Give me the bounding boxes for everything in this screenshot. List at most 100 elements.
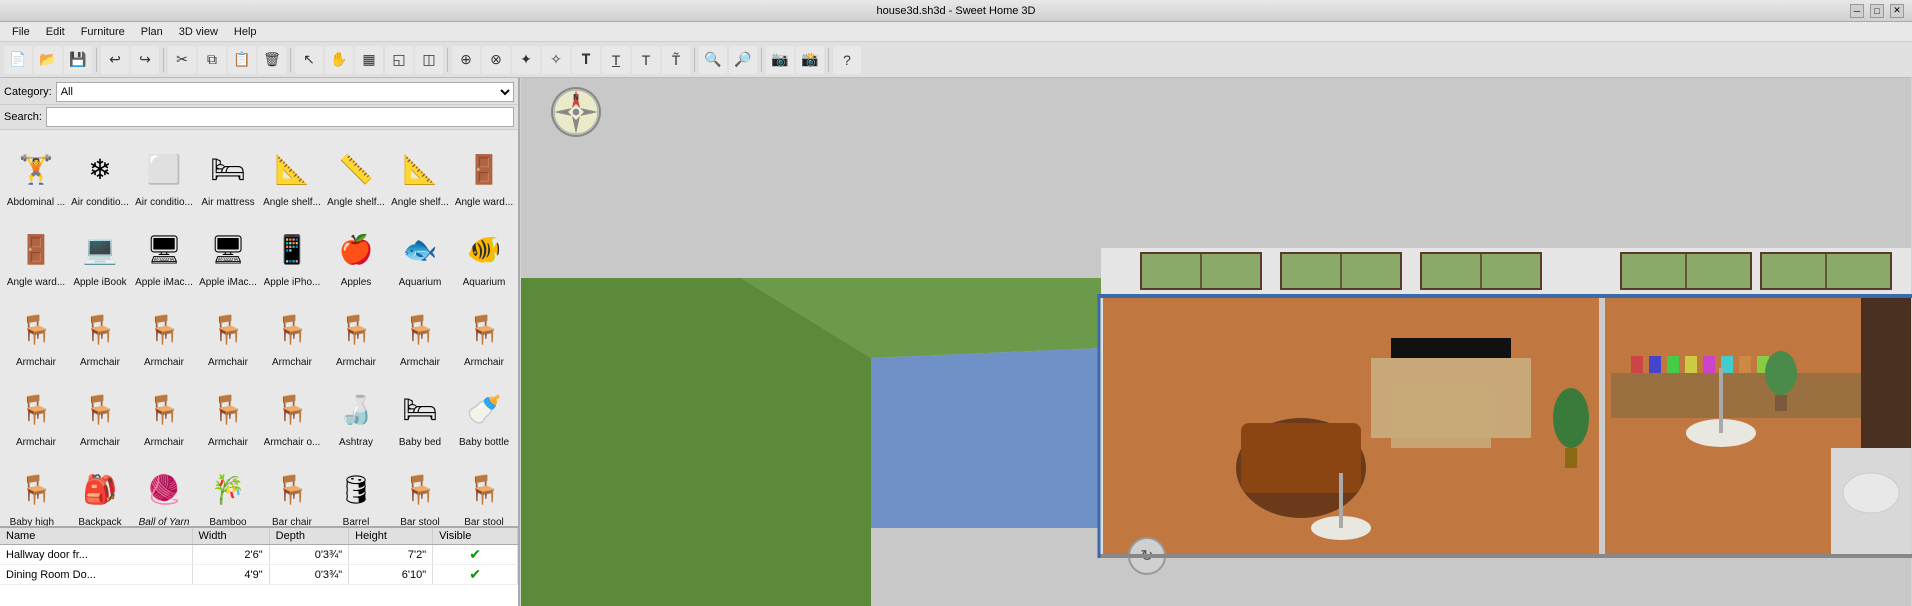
- menu-item-help[interactable]: Help: [226, 24, 265, 40]
- furniture-item[interactable]: 🪑Armchair: [196, 374, 260, 454]
- furniture-label: Apple iMac...: [135, 277, 193, 289]
- toolbar-btn-2[interactable]: 💾: [64, 46, 92, 74]
- close-button[interactable]: ✕: [1890, 4, 1904, 18]
- menu-item-furniture[interactable]: Furniture: [73, 24, 133, 40]
- furniture-item[interactable]: 🪑Baby high _: [4, 454, 68, 526]
- menu-item-file[interactable]: File: [4, 24, 38, 40]
- table-row[interactable]: Dining Room Do... 4'9" 0'3¾" 6'10" ✔: [0, 565, 518, 585]
- furniture-item[interactable]: 🍎Apples: [324, 214, 388, 294]
- furniture-item[interactable]: 🛏Air mattress: [196, 134, 260, 214]
- furniture-item[interactable]: 🪑Armchair: [388, 294, 452, 374]
- cell-height: 7'2": [349, 545, 433, 565]
- furniture-item[interactable]: 🎒Backpack: [68, 454, 132, 526]
- furniture-item[interactable]: 🪑Bar stool: [388, 454, 452, 526]
- compass[interactable]: N: [550, 86, 602, 138]
- furniture-item[interactable]: 📏Angle shelf...: [324, 134, 388, 214]
- furniture-item[interactable]: 🛢Barrel: [324, 454, 388, 526]
- furniture-item[interactable]: 🪑Bar stool: [452, 454, 516, 526]
- menu-item-3d-view[interactable]: 3D view: [171, 24, 226, 40]
- toolbar-btn-28[interactable]: 🔎: [729, 46, 757, 74]
- minimize-button[interactable]: ─: [1850, 4, 1864, 18]
- toolbar-btn-16[interactable]: ◫: [415, 46, 443, 74]
- furniture-item[interactable]: 🎋Bamboo: [196, 454, 260, 526]
- toolbar-btn-9[interactable]: 📋: [228, 46, 256, 74]
- toolbar-btn-27[interactable]: 🔍: [699, 46, 727, 74]
- furniture-item[interactable]: 🪑Armchair: [132, 294, 196, 374]
- furniture-icon: 🪑: [74, 383, 126, 435]
- furniture-item[interactable]: 🪑Armchair o...: [260, 374, 324, 454]
- toolbar-btn-33[interactable]: ?: [833, 46, 861, 74]
- furniture-icon: 🪑: [266, 303, 318, 355]
- toolbar-btn-22[interactable]: 𝐓: [572, 46, 600, 74]
- toolbar-btn-25[interactable]: T̃: [662, 46, 690, 74]
- furniture-item[interactable]: 📐Angle shelf...: [388, 134, 452, 214]
- furniture-item[interactable]: 🪑Armchair: [452, 294, 516, 374]
- furniture-item[interactable]: 🏋Abdominal ...: [4, 134, 68, 214]
- furniture-item[interactable]: 🪑Armchair: [4, 374, 68, 454]
- toolbar-btn-13[interactable]: ✋: [325, 46, 353, 74]
- furniture-item[interactable]: 🍶Ashtray: [324, 374, 388, 454]
- toolbar-btn-23[interactable]: T̲: [602, 46, 630, 74]
- toolbar-btn-7[interactable]: ✂: [168, 46, 196, 74]
- furniture-icon: 🛏: [394, 383, 446, 435]
- menu-item-edit[interactable]: Edit: [38, 24, 73, 40]
- category-select[interactable]: All: [56, 82, 514, 102]
- furniture-icon: 🪑: [138, 303, 190, 355]
- furniture-item[interactable]: 🚪Angle ward...: [452, 134, 516, 214]
- toolbar-separator: [163, 48, 164, 72]
- furniture-label: Apple iBook: [73, 277, 126, 289]
- furniture-item[interactable]: 🪑Bar chair: [260, 454, 324, 526]
- toolbar-btn-30[interactable]: 📷: [766, 46, 794, 74]
- furniture-item[interactable]: 🖥Apple iMac...: [132, 214, 196, 294]
- furniture-icon: 🪑: [394, 463, 446, 515]
- table-row[interactable]: Hallway door fr... 2'6" 0'3¾" 7'2" ✔: [0, 545, 518, 565]
- furniture-item[interactable]: ❄Air conditio...: [68, 134, 132, 214]
- furniture-icon: 🛢: [330, 463, 382, 515]
- furniture-icon: 🪑: [138, 383, 190, 435]
- furniture-item[interactable]: 🪑Armchair: [196, 294, 260, 374]
- furniture-item[interactable]: 🍼Baby bottle: [452, 374, 516, 454]
- toolbar-btn-12[interactable]: ↖: [295, 46, 323, 74]
- furniture-item[interactable]: 🚪Angle ward...: [4, 214, 68, 294]
- furniture-icon: 🪑: [10, 463, 62, 515]
- furniture-item[interactable]: 🪑Armchair: [68, 374, 132, 454]
- toolbar-separator: [694, 48, 695, 72]
- furniture-item[interactable]: 📐Angle shelf...: [260, 134, 324, 214]
- 3d-view-panel[interactable]: N: [520, 78, 1912, 606]
- toolbar-btn-10[interactable]: 🗑: [258, 46, 286, 74]
- toolbar-btn-4[interactable]: ↩: [101, 46, 129, 74]
- furniture-item[interactable]: 🐠Aquarium: [452, 214, 516, 294]
- toolbar-btn-21[interactable]: ✧: [542, 46, 570, 74]
- toolbar-btn-0[interactable]: 📄: [4, 46, 32, 74]
- search-input[interactable]: [46, 107, 514, 127]
- toolbar-btn-1[interactable]: 📂: [34, 46, 62, 74]
- toolbar-btn-14[interactable]: ▦: [355, 46, 383, 74]
- furniture-item[interactable]: 🪑Armchair: [4, 294, 68, 374]
- furniture-item[interactable]: 🧶Ball of Yarn: [132, 454, 196, 526]
- toolbar: 📄📂💾 ↩↪ ✂⧉📋🗑 ↖✋▦◱◫ ⊕⊗✦✧𝐓T̲TT̃ 🔍🔎 📷📸?: [0, 42, 1912, 78]
- toolbar-btn-15[interactable]: ◱: [385, 46, 413, 74]
- toolbar-btn-18[interactable]: ⊕: [452, 46, 480, 74]
- furniture-item[interactable]: 🛏Baby bed: [388, 374, 452, 454]
- furniture-item[interactable]: ⬜Air conditio...: [132, 134, 196, 214]
- furniture-label: Angle shelf...: [327, 197, 385, 209]
- cell-visible[interactable]: ✔: [433, 545, 518, 565]
- toolbar-btn-8[interactable]: ⧉: [198, 46, 226, 74]
- toolbar-btn-20[interactable]: ✦: [512, 46, 540, 74]
- cell-name: Hallway door fr...: [0, 545, 192, 565]
- furniture-item[interactable]: 🐟Aquarium: [388, 214, 452, 294]
- toolbar-btn-5[interactable]: ↪: [131, 46, 159, 74]
- furniture-item[interactable]: 📱Apple iPho...: [260, 214, 324, 294]
- furniture-item[interactable]: 💻Apple iBook: [68, 214, 132, 294]
- toolbar-btn-19[interactable]: ⊗: [482, 46, 510, 74]
- cell-visible[interactable]: ✔: [433, 565, 518, 585]
- maximize-button[interactable]: □: [1870, 4, 1884, 18]
- furniture-item[interactable]: 🖥Apple iMac...: [196, 214, 260, 294]
- menu-item-plan[interactable]: Plan: [133, 24, 171, 40]
- furniture-item[interactable]: 🪑Armchair: [68, 294, 132, 374]
- toolbar-btn-24[interactable]: T: [632, 46, 660, 74]
- furniture-item[interactable]: 🪑Armchair: [260, 294, 324, 374]
- toolbar-btn-31[interactable]: 📸: [796, 46, 824, 74]
- furniture-item[interactable]: 🪑Armchair: [132, 374, 196, 454]
- furniture-item[interactable]: 🪑Armchair: [324, 294, 388, 374]
